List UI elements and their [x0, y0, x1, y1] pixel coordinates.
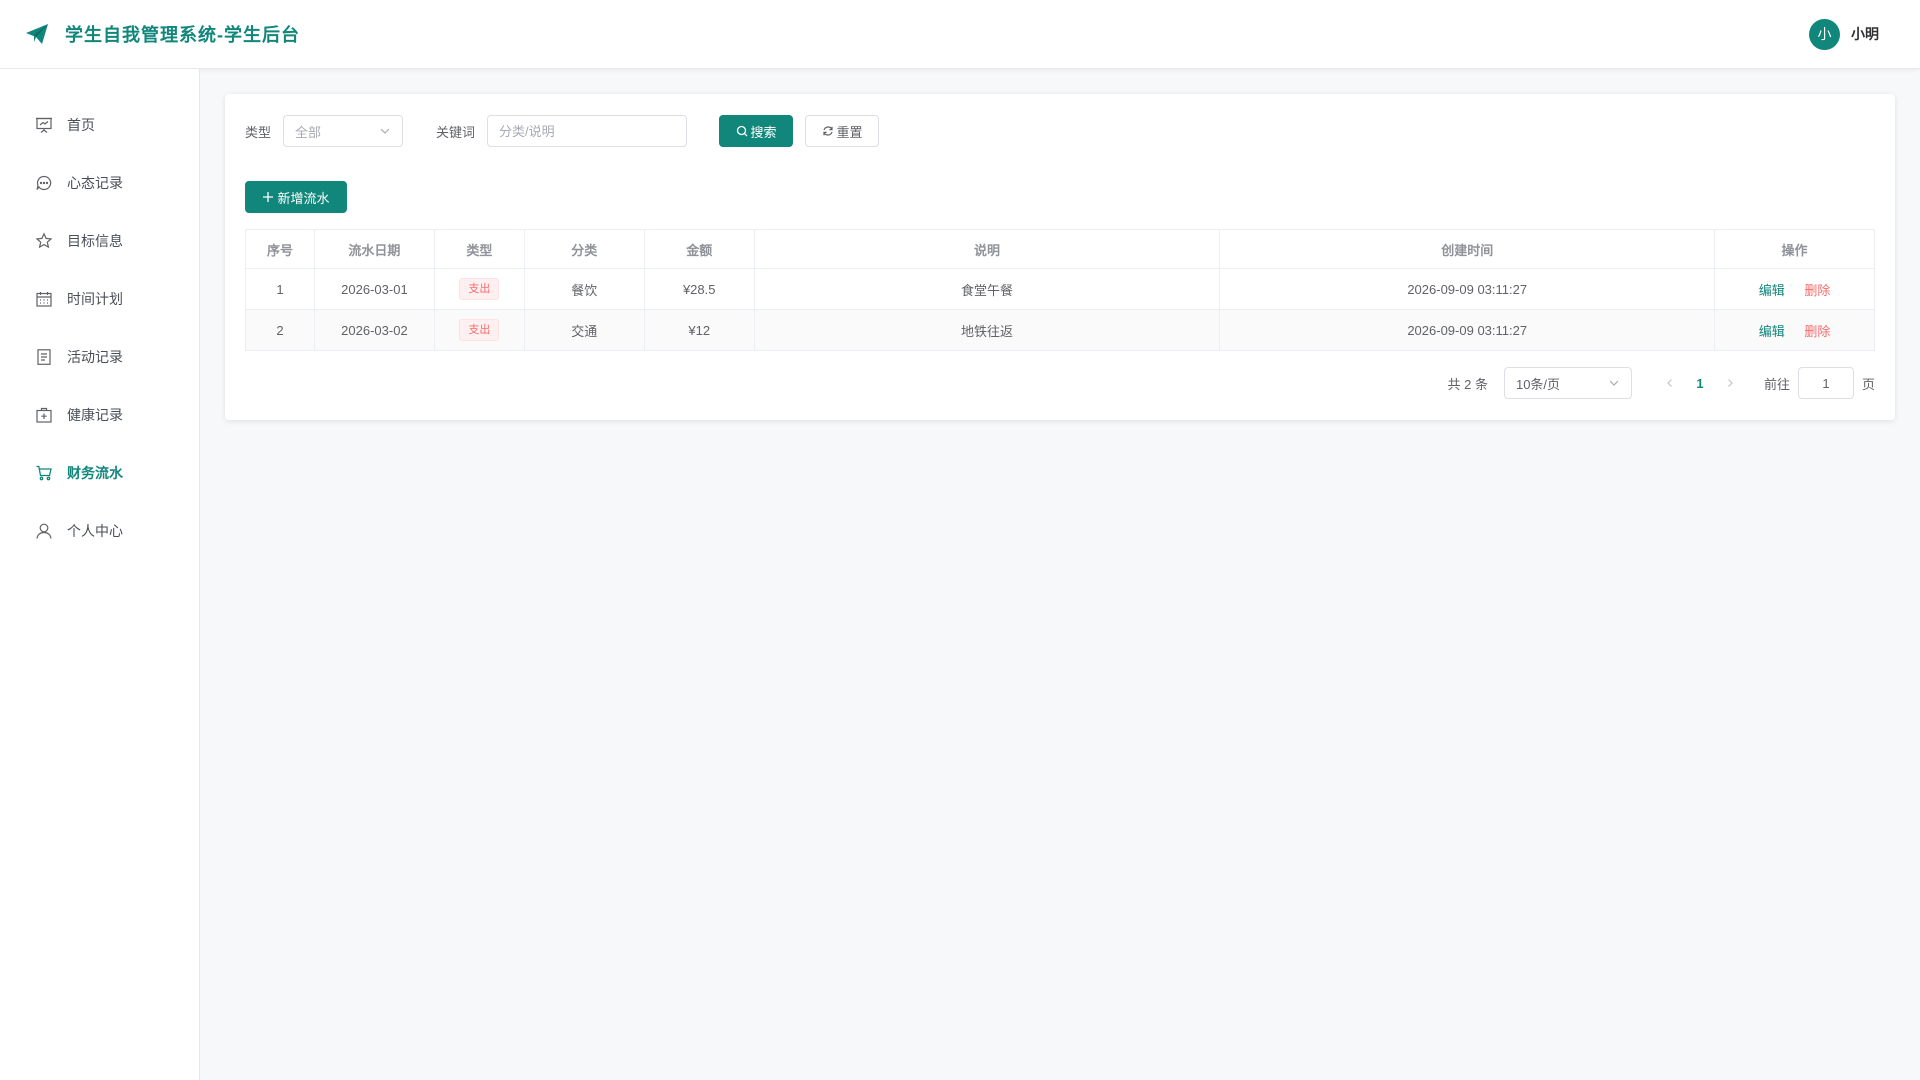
page-number[interactable]: 1 — [1684, 376, 1716, 391]
finance-table: 序号 流水日期 类型 分类 金额 说明 创建时间 操作 1 2026-03-01… — [245, 229, 1875, 351]
sidebar-item-label: 心态记录 — [67, 175, 123, 191]
page-size-value: 10条/页 — [1515, 376, 1561, 392]
sidebar: 首页 心态记录 目标信息 时间计划 活动记录 健康记录 财务流水 个人中心 — [0, 69, 200, 1080]
table-row: 1 2026-03-01 支出 餐饮 ¥28.5 食堂午餐 2026-09-09… — [245, 268, 1875, 310]
sidebar-item-health[interactable]: 健康记录 — [0, 386, 199, 444]
plus-icon — [263, 192, 274, 202]
page-size-select[interactable]: 10条/页 — [1503, 367, 1632, 399]
search-button[interactable]: 搜索 — [719, 115, 794, 147]
sidebar-item-home[interactable]: 首页 — [0, 96, 199, 154]
app-title: 学生自我管理系统-学生后台 — [65, 25, 300, 45]
column-header: 操作 — [1714, 229, 1875, 269]
keyword-filter-label: 关键词 — [436, 124, 476, 140]
sidebar-item-label: 时间计划 — [67, 291, 123, 307]
edit-link[interactable]: 编辑 — [1759, 283, 1785, 298]
username[interactable]: 小明 — [1851, 24, 1879, 44]
row-created: 2026-09-09 03:11:27 — [1219, 309, 1716, 351]
add-record-label: 新增流水 — [277, 190, 330, 206]
chevron-down-icon — [1609, 380, 1619, 386]
column-header: 流水日期 — [313, 229, 435, 269]
keyword-input[interactable] — [487, 115, 688, 147]
chevron-left-icon — [1667, 379, 1672, 387]
delete-link[interactable]: 删除 — [1804, 324, 1830, 339]
avatar[interactable]: 小 — [1809, 18, 1840, 50]
paper-plane-icon — [25, 21, 51, 47]
sidebar-item-label: 首页 — [67, 117, 95, 133]
column-header: 创建时间 — [1219, 229, 1716, 269]
edit-link[interactable]: 编辑 — [1759, 324, 1785, 339]
sidebar-item-profile[interactable]: 个人中心 — [0, 502, 199, 560]
document-icon — [37, 349, 51, 365]
goto-suffix: 页 — [1861, 376, 1875, 392]
chevron-right-icon — [1728, 379, 1733, 387]
column-header: 金额 — [643, 229, 755, 269]
search-button-label: 搜索 — [750, 124, 777, 140]
column-header: 类型 — [433, 229, 525, 269]
user-icon — [36, 523, 52, 539]
reset-button[interactable]: 重置 — [805, 115, 880, 147]
expense-tag: 支出 — [459, 319, 500, 341]
row-amount: ¥12 — [643, 309, 755, 351]
column-header: 序号 — [245, 229, 315, 269]
search-icon — [736, 125, 747, 137]
goto-page-input[interactable] — [1797, 367, 1854, 399]
type-select-value: 全部 — [295, 124, 322, 140]
goto-label: 前往 — [1763, 376, 1790, 392]
row-date: 2026-03-01 — [313, 268, 435, 310]
next-page-button[interactable] — [1716, 378, 1744, 388]
top-header: 学生自我管理系统-学生后台 小 小明 — [0, 0, 1920, 69]
sidebar-item-goals[interactable]: 目标信息 — [0, 212, 199, 270]
column-header: 说明 — [753, 229, 1221, 269]
expense-tag: 支出 — [459, 278, 500, 300]
type-filter-label: 类型 — [245, 124, 272, 140]
pagination: 共 2 条 10条/页 1 前往 页 — [1447, 367, 1875, 399]
row-amount: ¥28.5 — [643, 268, 755, 310]
chat-icon — [36, 175, 52, 191]
refresh-icon — [822, 126, 833, 136]
brand: 学生自我管理系统-学生后台 — [25, 21, 300, 47]
row-type: 支出 — [433, 268, 525, 310]
user-menu[interactable]: 小 小明 — [1809, 18, 1895, 50]
column-header: 分类 — [523, 229, 645, 269]
row-index: 2 — [245, 309, 315, 351]
table-row: 2 2026-03-02 支出 交通 ¥12 地铁往返 2026-09-09 0… — [245, 309, 1875, 351]
row-actions: 编辑 删除 — [1714, 309, 1875, 351]
filter-bar: 类型 全部 关键词 搜索 重置 — [245, 115, 880, 147]
table-header-row: 序号 流水日期 类型 分类 金额 说明 创建时间 操作 — [245, 229, 1875, 269]
prev-page-button[interactable] — [1656, 378, 1684, 388]
cart-icon — [36, 465, 52, 481]
add-record-button[interactable]: 新增流水 — [245, 181, 347, 213]
sidebar-item-label: 目标信息 — [67, 233, 123, 249]
presentation-icon — [36, 117, 52, 133]
row-note: 食堂午餐 — [753, 268, 1221, 310]
type-select[interactable]: 全部 — [283, 115, 404, 147]
delete-link[interactable]: 删除 — [1804, 283, 1830, 298]
row-created: 2026-09-09 03:11:27 — [1219, 268, 1716, 310]
row-actions: 编辑 删除 — [1714, 268, 1875, 310]
sidebar-item-label: 健康记录 — [67, 407, 123, 423]
sidebar-item-label: 活动记录 — [67, 349, 123, 365]
total-count: 共 2 条 — [1447, 376, 1488, 392]
calendar-icon — [36, 292, 52, 307]
star-icon — [35, 232, 53, 249]
row-index: 1 — [245, 268, 315, 310]
sidebar-item-mood[interactable]: 心态记录 — [0, 154, 199, 212]
sidebar-item-activities[interactable]: 活动记录 — [0, 328, 199, 386]
sidebar-item-label: 个人中心 — [67, 523, 123, 539]
sidebar-item-schedule[interactable]: 时间计划 — [0, 270, 199, 328]
row-date: 2026-03-02 — [313, 309, 435, 351]
row-category: 交通 — [523, 309, 645, 351]
first-aid-icon — [36, 407, 52, 423]
row-note: 地铁往返 — [753, 309, 1221, 351]
sidebar-item-finance[interactable]: 财务流水 — [0, 444, 199, 502]
chevron-down-icon — [380, 128, 390, 134]
row-type: 支出 — [433, 309, 525, 351]
finance-card: 类型 全部 关键词 搜索 重置 新增流水 序号 流水日期 类型 分类 金额 说 — [225, 94, 1895, 420]
reset-button-label: 重置 — [836, 124, 863, 140]
sidebar-item-label: 财务流水 — [67, 465, 123, 481]
row-category: 餐饮 — [523, 268, 645, 310]
